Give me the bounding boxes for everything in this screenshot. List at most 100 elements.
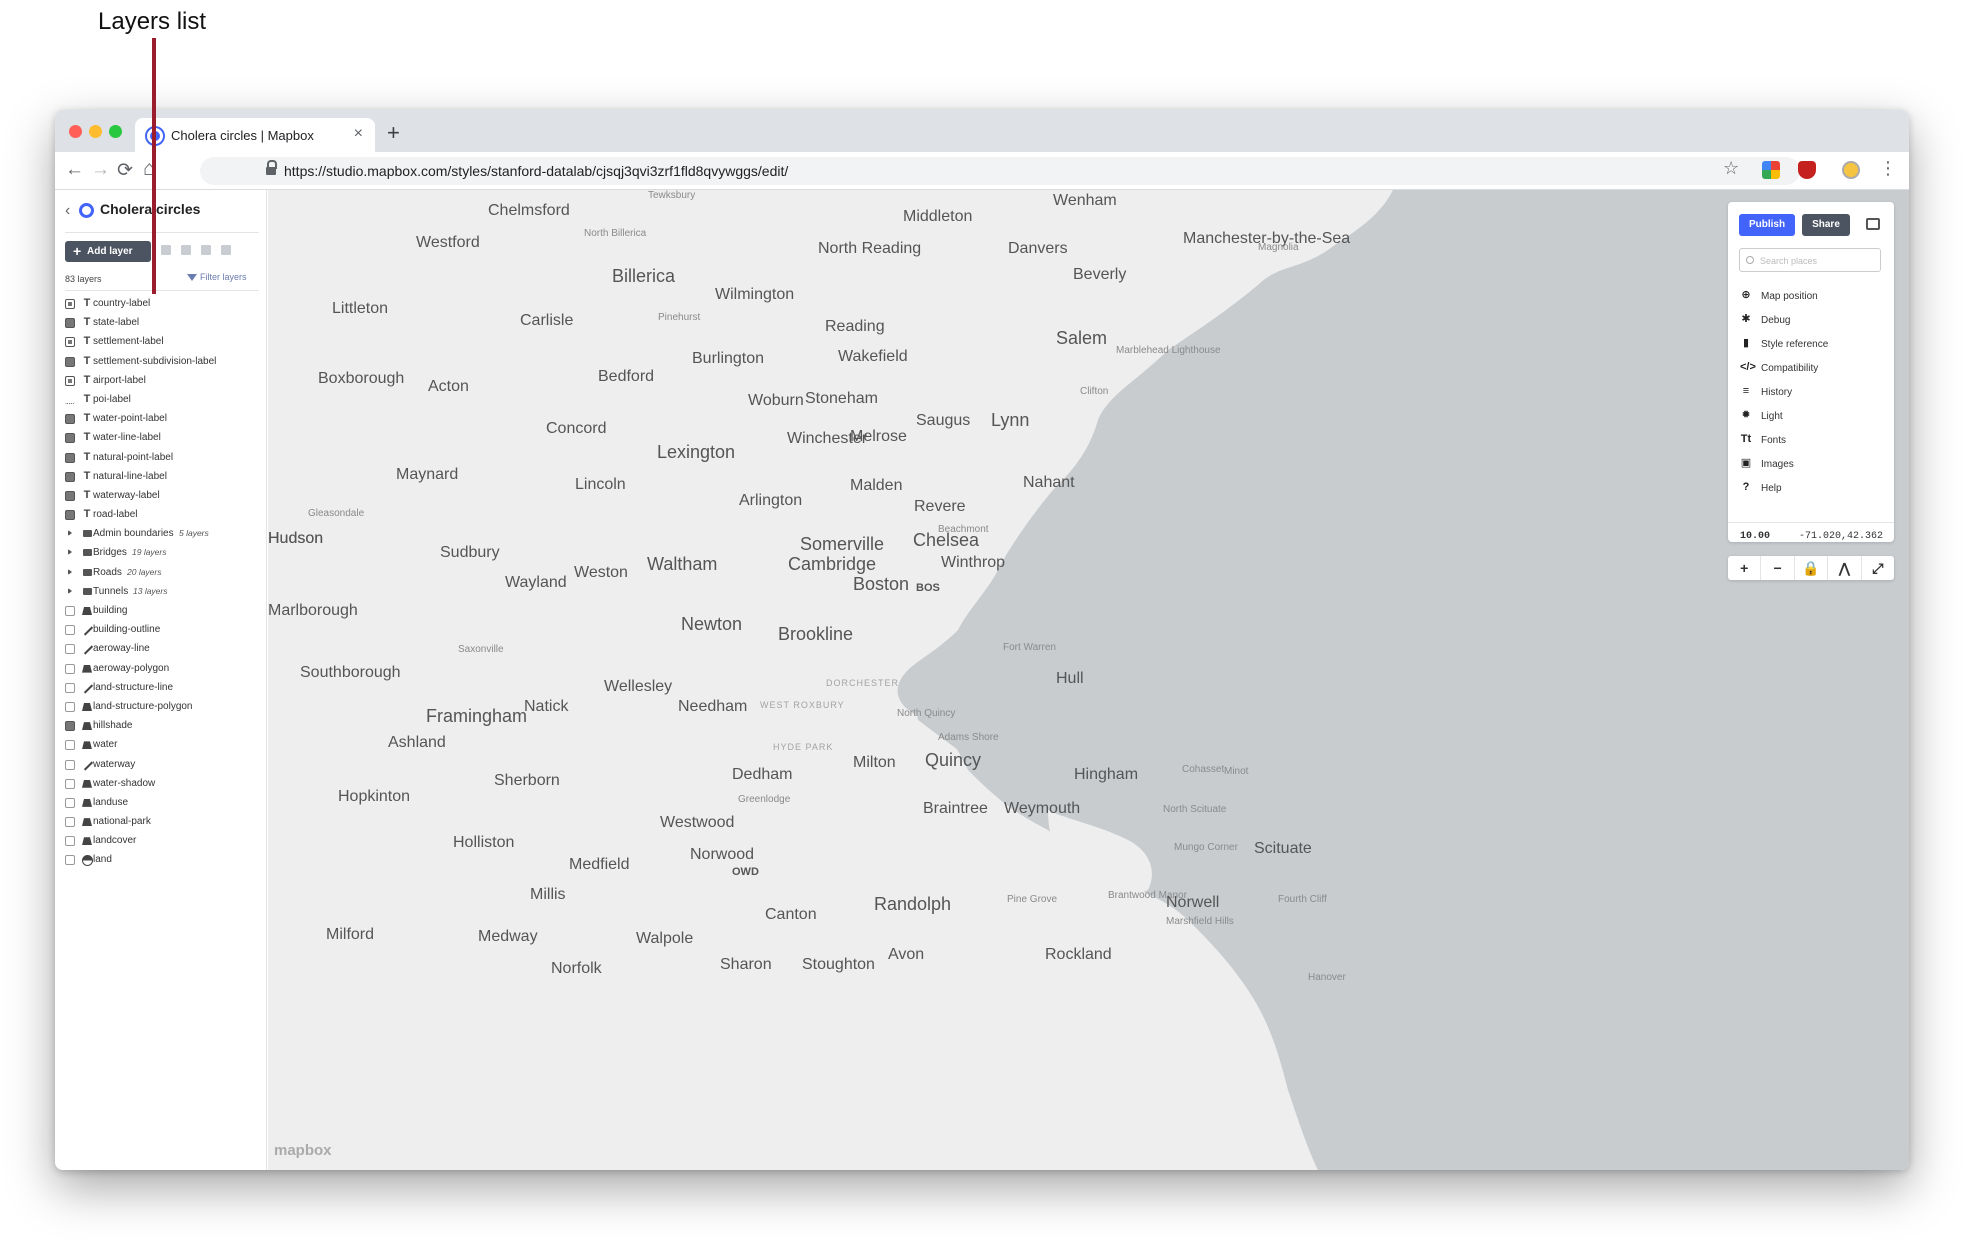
menu-item-compatibility[interactable]: </> Compatibility	[1739, 356, 1889, 380]
expand-chevron-icon[interactable]	[68, 587, 72, 594]
bookmark-star-icon[interactable]: ☆	[1723, 158, 1739, 179]
forward-button[interactable]: →	[91, 159, 110, 181]
expand-chevron-icon[interactable]	[68, 549, 72, 556]
publish-button[interactable]: Publish	[1739, 214, 1795, 236]
duplicate-icon[interactable]	[161, 245, 171, 255]
mapbox-attribution-logo[interactable]: mapbox	[274, 1142, 332, 1159]
menu-item-map-position[interactable]: ⊕ Map position	[1739, 284, 1889, 308]
layer-row[interactable]: building	[65, 601, 259, 620]
layer-swatch	[65, 682, 75, 693]
map-place-label: Boxborough	[318, 370, 405, 387]
menu-item-history[interactable]: ≡ History	[1739, 380, 1889, 404]
minimize-window-button[interactable]	[89, 125, 102, 138]
layer-swatch	[65, 836, 75, 847]
layer-swatch	[65, 471, 75, 482]
layer-row[interactable]: Twaterway-label	[65, 486, 259, 505]
layer-swatch	[65, 375, 75, 386]
layer-name: Roads	[93, 566, 122, 578]
fullscreen-button[interactable]: ⤢	[1862, 556, 1894, 580]
add-layer-button[interactable]: + Add layer	[65, 241, 151, 262]
browser-menu-icon[interactable]: ⋮	[1879, 158, 1897, 179]
layer-row[interactable]: land-structure-polygon	[65, 697, 259, 716]
zoom-in-button[interactable]: +	[1728, 556, 1762, 580]
maximize-window-button[interactable]	[109, 125, 122, 138]
code-icon: </>	[1740, 361, 1756, 373]
layer-row[interactable]: Tstate-label	[65, 313, 259, 332]
symbol-layer-icon: T	[83, 373, 91, 386]
layer-row[interactable]: landcover	[65, 831, 259, 850]
profile-avatar[interactable]	[1842, 161, 1860, 179]
expand-chevron-icon[interactable]	[68, 568, 72, 575]
layer-row[interactable]: Tsettlement-subdivision-label	[65, 352, 259, 371]
layer-name: road-label	[93, 509, 138, 521]
symbol-layer-icon: T	[83, 469, 91, 482]
layer-row[interactable]: Troad-label	[65, 505, 259, 524]
layer-row[interactable]: land	[65, 850, 259, 869]
layer-row[interactable]: land-structure-line	[65, 678, 259, 697]
back-button[interactable]: ←	[65, 159, 84, 181]
hide-icon[interactable]	[201, 245, 211, 255]
layer-row[interactable]: Tunnels 13 layers	[65, 582, 259, 601]
layer-row[interactable]: Admin boundaries 5 layers	[65, 524, 259, 543]
layer-row[interactable]: water	[65, 735, 259, 754]
menu-item-images[interactable]: ▣ Images	[1739, 452, 1889, 476]
menu-item-debug[interactable]: ✱ Debug	[1739, 308, 1889, 332]
layer-row[interactable]: water-shadow	[65, 774, 259, 793]
delete-icon[interactable]	[221, 245, 231, 255]
share-button[interactable]: Share	[1802, 214, 1850, 236]
layer-row[interactable]: Tsettlement-label	[65, 332, 259, 351]
print-icon[interactable]	[1866, 218, 1880, 230]
map-place-label: Weymouth	[1004, 800, 1081, 817]
layer-row[interactable]: waterway	[65, 755, 259, 774]
menu-item-label: History	[1761, 387, 1793, 398]
new-tab-button[interactable]: +	[387, 120, 400, 146]
close-window-button[interactable]	[69, 125, 82, 138]
layer-row[interactable]: Roads 20 layers	[65, 563, 259, 582]
menu-item-style-reference[interactable]: ▮ Style reference	[1739, 332, 1889, 356]
layer-row[interactable]: aeroway-line	[65, 639, 259, 658]
browser-tab[interactable]: Cholera circles | Mapbox ×	[135, 118, 375, 152]
map-place-label: Westwood	[660, 814, 735, 831]
divider	[65, 290, 259, 291]
layer-row[interactable]: aeroway-polygon	[65, 659, 259, 678]
expand-chevron-icon[interactable]	[68, 530, 72, 537]
symbol-layer-icon: T	[83, 392, 91, 405]
search-places-input[interactable]: Search places	[1739, 248, 1881, 272]
map-canvas[interactable]: mapbox Chelmsford Tewksbury North Billeric…	[268, 190, 1909, 1170]
layer-row[interactable]: national-park	[65, 812, 259, 831]
layer-row[interactable]: Twater-point-label	[65, 409, 259, 428]
lock-button[interactable]: 🔒	[1795, 556, 1829, 580]
tab-close-icon[interactable]: ×	[354, 125, 363, 143]
extension-icon[interactable]	[1762, 161, 1780, 179]
menu-item-label: Map position	[1761, 291, 1818, 302]
layer-row[interactable]: hillshade	[65, 716, 259, 735]
layer-row[interactable]: Bridges 19 layers	[65, 543, 259, 562]
menu-item-help[interactable]: ? Help	[1739, 476, 1889, 500]
layer-row[interactable]: Tcountry-label	[65, 294, 259, 313]
compass-button[interactable]: ⋀	[1828, 556, 1862, 580]
group-icon[interactable]	[181, 245, 191, 255]
address-bar[interactable]: https://studio.mapbox.com/styles/stanfor…	[200, 157, 1800, 185]
reload-button[interactable]: ⟳	[117, 159, 133, 182]
layer-row[interactable]: Twater-line-label	[65, 428, 259, 447]
zoom-out-button[interactable]: −	[1761, 556, 1795, 580]
map-place-label: Melrose	[850, 428, 907, 445]
layer-row[interactable]: landuse	[65, 793, 259, 812]
style-title[interactable]: Cholera circles	[100, 201, 200, 217]
layer-row[interactable]: Tnatural-point-label	[65, 448, 259, 467]
map-place-label: Norwood	[690, 846, 755, 863]
layer-row[interactable]: Tairport-label	[65, 371, 259, 390]
map-place-label: Pinehurst	[658, 312, 701, 323]
shield-extension-icon[interactable]	[1798, 161, 1816, 179]
filter-layers-button[interactable]: Filter layers	[187, 272, 247, 282]
back-chevron-icon[interactable]: ‹	[65, 202, 70, 220]
layer-row[interactable]: Tpoi-label	[65, 390, 259, 409]
layer-row[interactable]: building-outline	[65, 620, 259, 639]
layer-row[interactable]: Tnatural-line-label	[65, 467, 259, 486]
book-icon: ▮	[1742, 337, 1750, 349]
menu-item-light[interactable]: ✹ Light	[1739, 404, 1889, 428]
menu-item-fonts[interactable]: Tt Fonts	[1739, 428, 1889, 452]
url-text[interactable]: https://studio.mapbox.com/styles/stanfor…	[284, 163, 788, 179]
map-place-label: North Quincy	[897, 708, 956, 719]
map-place-label: Magnolia	[1258, 242, 1299, 253]
